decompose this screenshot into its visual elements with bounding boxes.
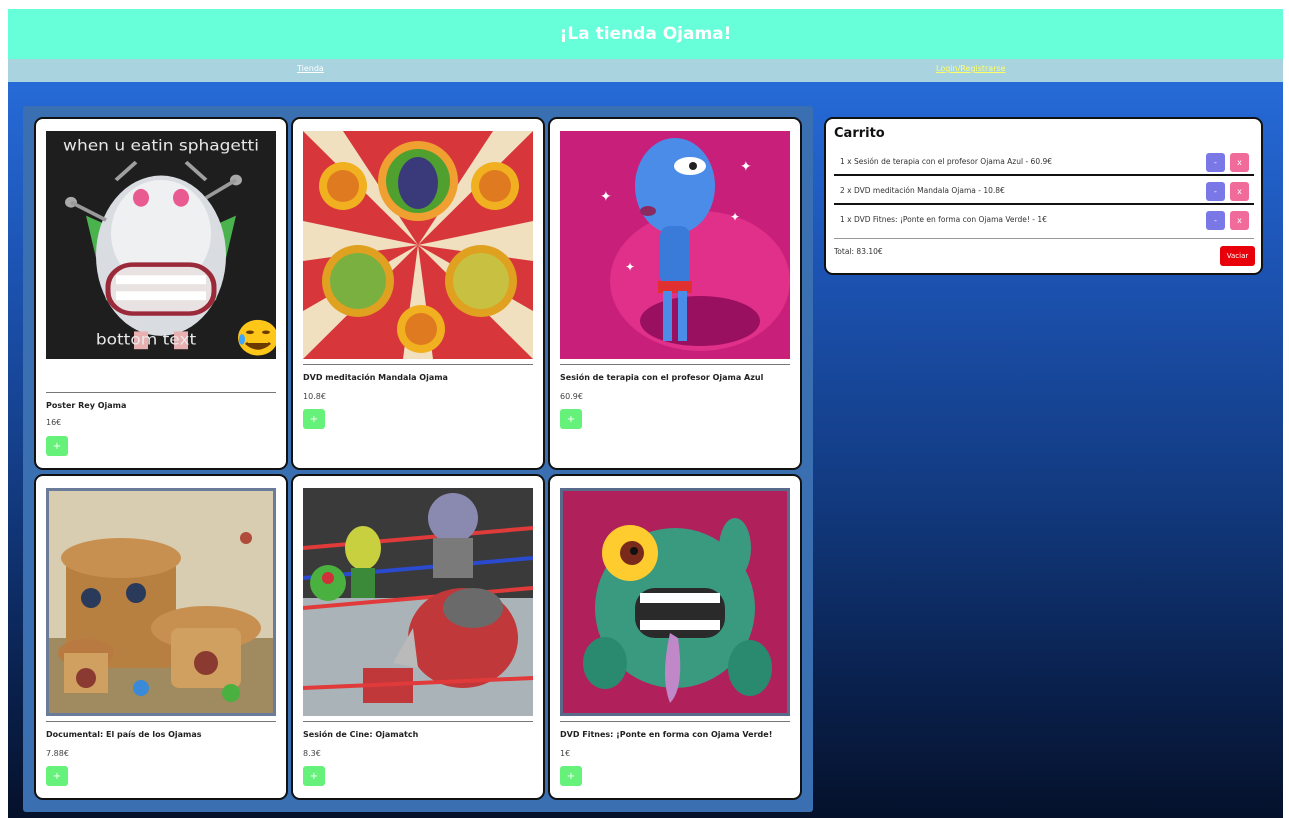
- cart-title: Carrito: [834, 126, 885, 141]
- nav-link-shop[interactable]: Tienda: [297, 64, 324, 73]
- cart-row-divider: [834, 174, 1254, 176]
- svg-text:✦: ✦: [600, 189, 612, 205]
- product-name: DVD meditación Mandala Ojama: [303, 373, 448, 382]
- site-title: ¡La tienda Ojama!: [559, 24, 732, 44]
- add-to-cart-button[interactable]: +: [46, 436, 68, 456]
- product-price: 8.3€: [303, 749, 321, 758]
- product-card: Documental: El país de los Ojamas 7.88€ …: [34, 474, 288, 800]
- product-price: 1€: [560, 749, 571, 758]
- decrease-quantity-button[interactable]: -: [1206, 153, 1225, 172]
- add-to-cart-button[interactable]: +: [303, 766, 325, 786]
- cart-item: 1 x DVD Fitnes: ¡Ponte en forma con Ojam…: [834, 207, 1254, 234]
- card-divider: [46, 392, 276, 393]
- product-card: when u eatin sphagetti bottom text Poste…: [34, 117, 288, 470]
- navbar: Tienda Login/Registrarse: [8, 59, 1283, 82]
- cart-total-divider: [834, 238, 1254, 239]
- mandala-ojama-image: [303, 131, 533, 359]
- card-divider: [303, 721, 533, 722]
- product-card: Sesión de Cine: Ojamatch 8.3€ +: [291, 474, 545, 800]
- product-card: DVD meditación Mandala Ojama 10.8€ +: [291, 117, 545, 470]
- card-divider: [560, 721, 790, 722]
- card-divider: [560, 364, 790, 365]
- cart-item: 2 x DVD meditación Mandala Ojama - 10.8€…: [834, 178, 1254, 205]
- ojamatch-image: [303, 488, 533, 716]
- svg-text:✦: ✦: [625, 260, 635, 274]
- product-card: ✦ ✦ ✦ ✦ Sesión de terapia con el profeso…: [548, 117, 802, 470]
- site-header: ¡La tienda Ojama!: [8, 9, 1283, 59]
- remove-item-button[interactable]: x: [1230, 182, 1249, 201]
- product-price: 16€: [46, 418, 62, 427]
- card-divider: [46, 721, 276, 722]
- cart-row-divider: [834, 203, 1254, 205]
- add-to-cart-button[interactable]: +: [46, 766, 68, 786]
- card-divider: [303, 364, 533, 365]
- cart-item-text: 1 x DVD Fitnes: ¡Ponte en forma con Ojam…: [840, 215, 1047, 224]
- decrease-quantity-button[interactable]: -: [1206, 211, 1225, 230]
- cart-item: 1 x Sesión de terapia con el profesor Oj…: [834, 149, 1254, 176]
- remove-item-button[interactable]: x: [1230, 153, 1249, 172]
- product-price: 60.9€: [560, 392, 583, 401]
- cart-total: Total: 83.10€: [834, 247, 883, 256]
- product-price: 10.8€: [303, 392, 326, 401]
- product-name: Poster Rey Ojama: [46, 401, 127, 410]
- page: ¡La tienda Ojama! Tienda Login/Registrar…: [8, 9, 1283, 818]
- product-grid: when u eatin sphagetti bottom text Poste…: [23, 106, 813, 812]
- meme-bottom-text: bottom text: [96, 331, 196, 349]
- product-card: DVD Fitnes: ¡Ponte en forma con Ojama Ve…: [548, 474, 802, 800]
- product-name: Documental: El país de los Ojamas: [46, 730, 202, 739]
- product-name: Sesión de terapia con el profesor Ojama …: [560, 373, 764, 382]
- cart-item-text: 1 x Sesión de terapia con el profesor Oj…: [840, 157, 1053, 166]
- ojama-country-image: [46, 488, 276, 716]
- product-name: Sesión de Cine: Ojamatch: [303, 730, 419, 739]
- cart-item-text: 2 x DVD meditación Mandala Ojama - 10.8€: [840, 186, 1005, 195]
- shopping-cart: Carrito 1 x Sesión de terapia con el pro…: [824, 117, 1263, 275]
- nav-link-login[interactable]: Login/Registrarse: [936, 64, 1006, 73]
- ojama-blue-image: ✦ ✦ ✦ ✦: [560, 131, 790, 359]
- svg-text:✦: ✦: [730, 210, 740, 224]
- remove-item-button[interactable]: x: [1230, 211, 1249, 230]
- clear-cart-button[interactable]: Vaciar: [1220, 246, 1255, 266]
- product-price: 7.88€: [46, 749, 69, 758]
- king-ojama-meme-image: when u eatin sphagetti bottom text: [46, 131, 276, 359]
- decrease-quantity-button[interactable]: -: [1206, 182, 1225, 201]
- ojama-green-image: [560, 488, 790, 716]
- meme-top-text: when u eatin sphagetti: [63, 136, 259, 154]
- add-to-cart-button[interactable]: +: [560, 766, 582, 786]
- add-to-cart-button[interactable]: +: [560, 409, 582, 429]
- product-name: DVD Fitnes: ¡Ponte en forma con Ojama Ve…: [560, 730, 773, 739]
- svg-text:✦: ✦: [740, 159, 752, 175]
- add-to-cart-button[interactable]: +: [303, 409, 325, 429]
